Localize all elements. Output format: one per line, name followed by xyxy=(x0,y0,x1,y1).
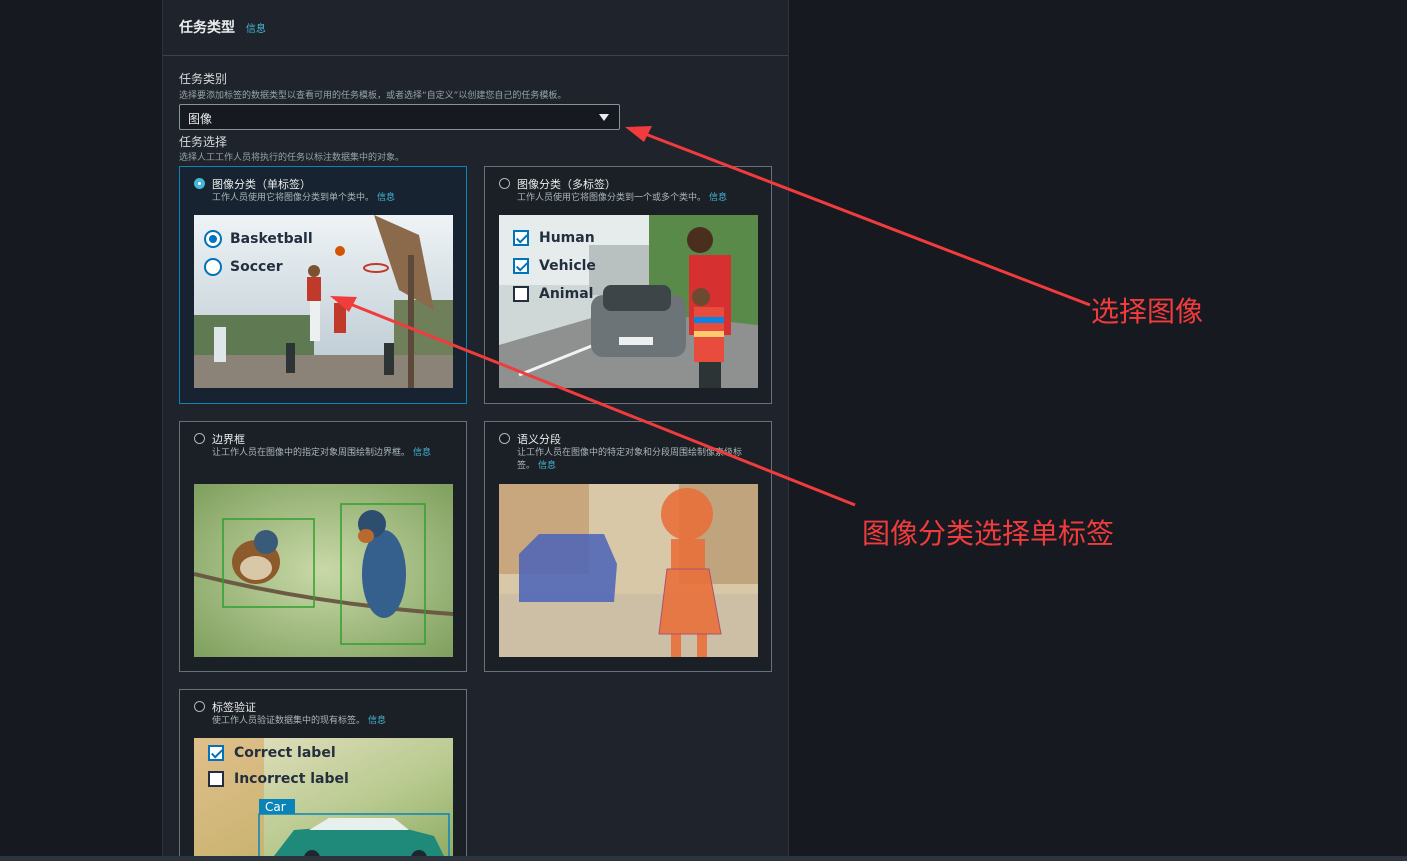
arrowhead-icon xyxy=(330,296,357,312)
annotation-select-image: 选择图像 xyxy=(1091,295,1204,328)
annotation-select-single-label: 图像分类选择单标签 xyxy=(862,517,1115,550)
arrow-to-card xyxy=(344,300,856,507)
arrow-to-select xyxy=(639,130,1091,307)
annotation-arrows xyxy=(330,126,1091,507)
bottom-bar xyxy=(0,856,1407,861)
arrowhead-icon xyxy=(625,126,652,142)
